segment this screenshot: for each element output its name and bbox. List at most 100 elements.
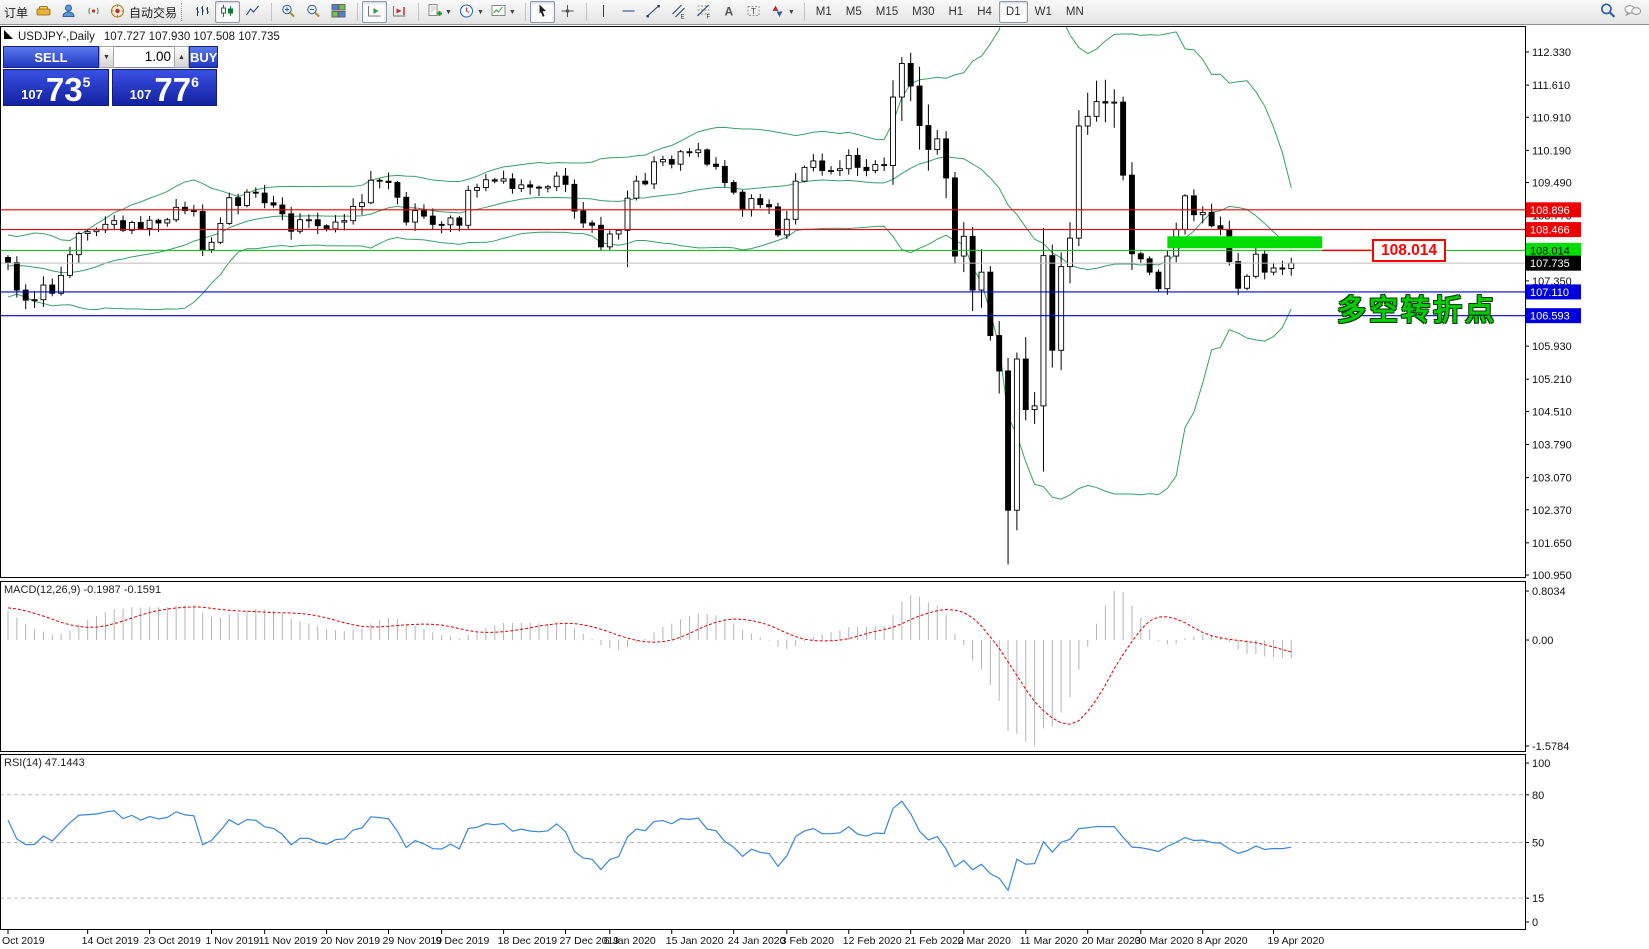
- search-button[interactable]: [1595, 1, 1620, 23]
- period-button[interactable]: ▼: [455, 1, 487, 23]
- one-click-toggle[interactable]: [4, 30, 13, 39]
- chart-shift-button[interactable]: [387, 1, 412, 23]
- svg-text:110.190: 110.190: [1532, 145, 1571, 157]
- svg-text:100: 100: [1532, 758, 1550, 770]
- svg-text:110.910: 110.910: [1532, 112, 1571, 124]
- signals-button[interactable]: [81, 1, 106, 23]
- tf-m1-button[interactable]: M1: [809, 1, 839, 23]
- tf-w1-button[interactable]: W1: [1028, 1, 1059, 23]
- auto-scroll-button[interactable]: [362, 1, 387, 23]
- sell-price-figure: 107: [21, 87, 43, 103]
- zoom-out-button[interactable]: [301, 1, 326, 23]
- svg-text:107.735: 107.735: [1530, 258, 1570, 270]
- svg-text:101.650: 101.650: [1532, 538, 1572, 550]
- svg-text:108.896: 108.896: [1530, 205, 1570, 217]
- horizontal-line-button[interactable]: [616, 1, 641, 23]
- fibonacci-button[interactable]: F: [691, 1, 716, 23]
- svg-text:50: 50: [1532, 838, 1544, 850]
- svg-text:106.593: 106.593: [1530, 311, 1570, 323]
- svg-text:2 Mar 2020: 2 Mar 2020: [958, 935, 1011, 947]
- svg-text:108.014: 108.014: [1530, 245, 1570, 257]
- chart-template-button[interactable]: ▼: [487, 1, 519, 23]
- buy-button[interactable]: BUY: [189, 46, 218, 68]
- svg-text:F: F: [706, 14, 710, 19]
- volume-increase-button[interactable]: ▲: [174, 46, 189, 68]
- fibonacci-icon: F: [695, 3, 712, 22]
- channel-button[interactable]: E: [666, 1, 691, 23]
- channel-icon: E: [670, 3, 687, 22]
- svg-text:11 Nov 2019: 11 Nov 2019: [259, 935, 318, 947]
- tf-m5-button[interactable]: M5: [839, 1, 869, 23]
- tf-d1-button[interactable]: D1: [999, 1, 1028, 23]
- svg-text:20 Mar 2020: 20 Mar 2020: [1082, 935, 1141, 947]
- person-icon: [60, 3, 77, 22]
- text-button[interactable]: A: [716, 1, 741, 23]
- bars-chart-button[interactable]: [190, 1, 215, 23]
- tile-windows-button[interactable]: [326, 1, 351, 23]
- zoom-out-icon: [305, 3, 322, 22]
- new-order-button[interactable]: 订单: [0, 1, 31, 23]
- trendline-icon: [645, 3, 662, 22]
- svg-text:T: T: [751, 7, 756, 16]
- text-label-button[interactable]: T: [741, 1, 766, 23]
- line-chart-button[interactable]: [240, 1, 265, 23]
- line-chart-icon: [244, 3, 261, 22]
- autotrading-button[interactable]: 自动交易: [106, 1, 180, 23]
- svg-text:MACD(12,26,9) -0.1987 -0.1591: MACD(12,26,9) -0.1987 -0.1591: [4, 584, 161, 596]
- svg-text:111.610: 111.610: [1532, 80, 1570, 92]
- tile-windows-icon: [330, 3, 347, 22]
- mt4-window: 订单 自动交易: [0, 0, 1649, 949]
- svg-text:0: 0: [1532, 917, 1538, 929]
- autotrading-icon: [109, 3, 126, 22]
- chevron-down-icon: ▼: [477, 9, 484, 16]
- cursor-icon: [534, 3, 551, 22]
- chat-button[interactable]: [1620, 1, 1646, 23]
- volume-decrease-button[interactable]: ▼: [99, 46, 114, 68]
- volume-input[interactable]: 1.00: [114, 46, 174, 68]
- svg-text:Oct 2019: Oct 2019: [2, 935, 45, 947]
- trendline-button[interactable]: [641, 1, 666, 23]
- chart-title: USDJPY-,Daily 107.727 107.930 107.508 10…: [18, 31, 280, 43]
- tf-m15-button[interactable]: M15: [869, 1, 905, 23]
- sell-price-display[interactable]: 107 73 5: [3, 69, 109, 106]
- svg-text:A: A: [724, 4, 733, 18]
- svg-text:104.510: 104.510: [1532, 406, 1572, 418]
- crosshair-button[interactable]: [555, 1, 580, 23]
- search-icon: [1599, 2, 1617, 22]
- tf-h1-button[interactable]: H1: [942, 1, 971, 23]
- toolbar-separator: [181, 3, 186, 21]
- arrows-button[interactable]: ▼: [766, 1, 798, 23]
- toolbar-separator: [800, 3, 805, 21]
- buy-price-display[interactable]: 107 77 6: [112, 69, 218, 106]
- metaeditor-button[interactable]: [31, 1, 56, 23]
- chart-canvas[interactable]: MACD(12,26,9) -0.1987 -0.1591RSI(14) 47.…: [0, 0, 1649, 949]
- bars-chart-icon: [194, 3, 211, 22]
- auto-scroll-icon: [366, 3, 383, 22]
- tf-m30-button[interactable]: M30: [905, 1, 941, 23]
- tf-mn-button[interactable]: MN: [1059, 1, 1091, 23]
- svg-text:15 Jan 2020: 15 Jan 2020: [666, 935, 724, 947]
- svg-text:105.210: 105.210: [1532, 374, 1572, 386]
- tf-h4-button[interactable]: H4: [970, 1, 999, 23]
- cursor-button[interactable]: [530, 1, 555, 23]
- toolbar-separator: [353, 3, 358, 21]
- toolbar-separator: [267, 3, 272, 21]
- zoom-in-button[interactable]: [276, 1, 301, 23]
- sell-button[interactable]: SELL: [3, 46, 99, 68]
- toolbar: 订单 自动交易: [0, 0, 1649, 25]
- svg-text:E: E: [680, 14, 684, 19]
- chat-icon: [1623, 2, 1643, 22]
- toolbar-separator: [414, 3, 419, 21]
- toolbar-separator: [521, 3, 526, 21]
- svg-text:29 Nov 2019: 29 Nov 2019: [383, 935, 443, 947]
- candlestick-chart-button[interactable]: [215, 1, 240, 23]
- svg-text:9 Dec 2019: 9 Dec 2019: [436, 935, 490, 947]
- vertical-line-button[interactable]: [591, 1, 616, 23]
- community-button[interactable]: [56, 1, 81, 23]
- new-chart-button[interactable]: ▼: [423, 1, 455, 23]
- horizontal-line-icon: [620, 3, 637, 22]
- sell-price-pips: 73: [46, 76, 83, 103]
- ohlc-values: 107.727 107.930 107.508 107.735: [104, 31, 280, 43]
- gold-book-icon: [35, 3, 52, 22]
- svg-text:19 Apr 2020: 19 Apr 2020: [1268, 935, 1325, 947]
